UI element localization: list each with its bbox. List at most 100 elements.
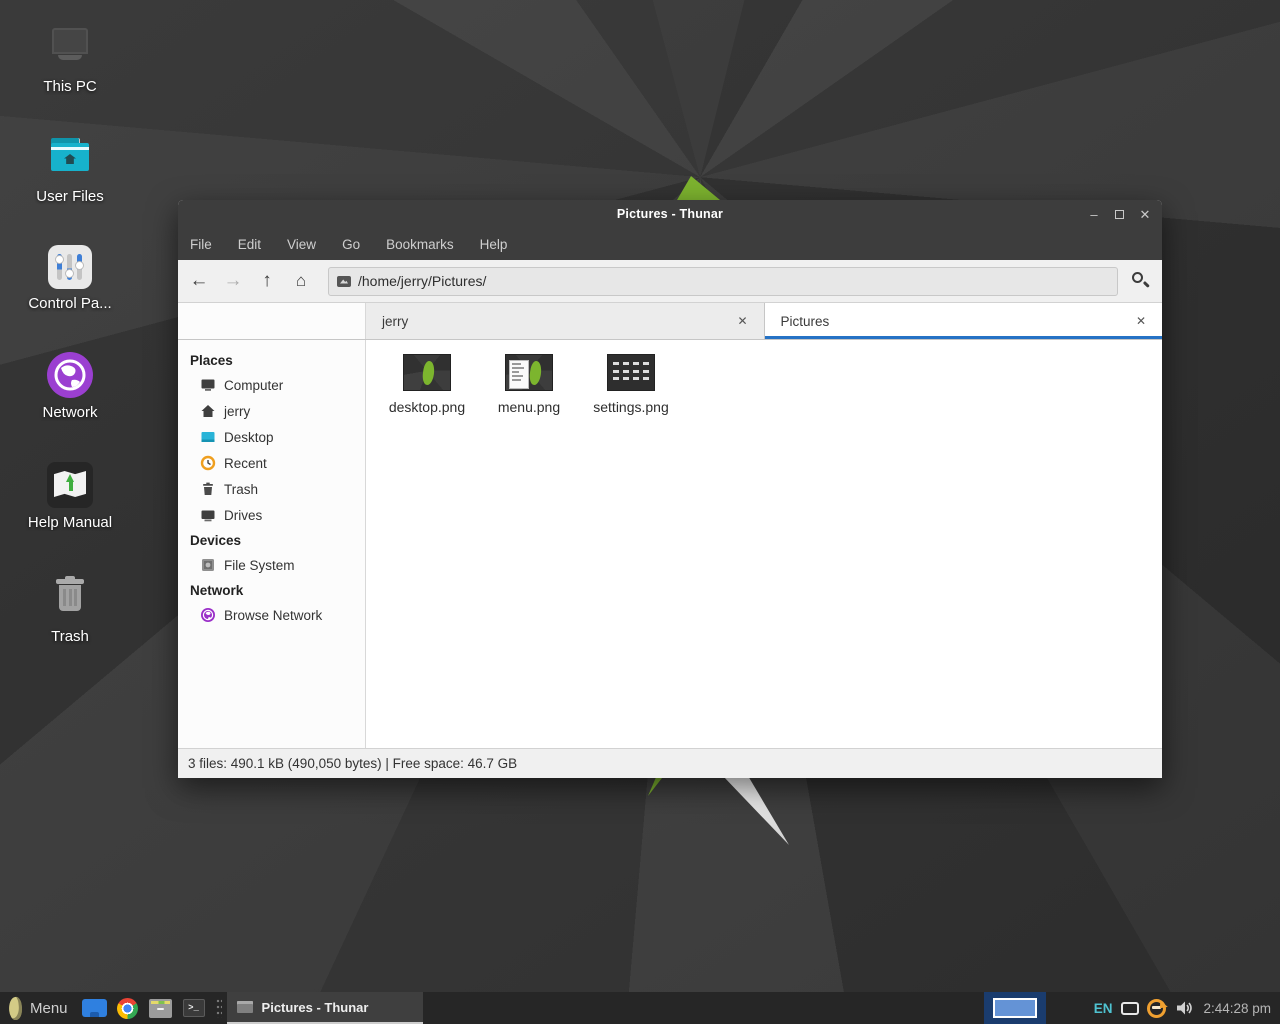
status-text: 3 files: 490.1 kB (490,050 bytes) | Free…: [188, 756, 517, 771]
home-icon[interactable]: ⌂: [288, 268, 314, 294]
update-manager-icon[interactable]: [1147, 999, 1166, 1018]
thunar-window: Pictures - Thunar – ✕ File Edit View Go …: [178, 200, 1162, 778]
sidebar-item-label: File System: [224, 558, 295, 573]
tab-pictures[interactable]: Pictures ✕: [765, 303, 1163, 339]
file-menu-png[interactable]: menu.png: [480, 354, 578, 415]
mint-menu-icon[interactable]: [8, 996, 23, 1020]
file-area[interactable]: desktop.png menu.png settings.png: [366, 340, 1162, 748]
taskbar-grip[interactable]: [216, 998, 222, 1018]
wallpaper-mint-triangle: [677, 176, 720, 200]
minimize-button[interactable]: –: [1087, 208, 1101, 221]
tab-label: jerry: [382, 314, 733, 329]
desktop-icon-trash[interactable]: Trash: [10, 572, 130, 645]
launcher-chrome[interactable]: [115, 995, 141, 1021]
tab-bar: jerry ✕ Pictures ✕: [178, 303, 1162, 340]
computer-icon: [46, 22, 94, 72]
file-desktop-png[interactable]: desktop.png: [378, 354, 476, 415]
home-folder-icon: [46, 132, 94, 182]
desktop-icon-label: Control Pa...: [10, 295, 130, 312]
menu-file[interactable]: File: [190, 237, 212, 252]
globe-icon: [47, 352, 93, 398]
workspace-switcher[interactable]: [984, 992, 1046, 1024]
file-name: menu.png: [480, 399, 578, 415]
trash-icon: [200, 481, 216, 497]
sidebar-item-label: Desktop: [224, 430, 274, 445]
menu-button[interactable]: Menu: [30, 1000, 68, 1017]
titlebar[interactable]: Pictures - Thunar – ✕: [178, 200, 1162, 228]
file-cabinet-icon: [149, 999, 172, 1018]
search-icon[interactable]: [1126, 267, 1154, 295]
sidebar-item-trash[interactable]: Trash: [178, 476, 365, 502]
menu-view[interactable]: View: [287, 237, 316, 252]
active-workspace: [993, 998, 1037, 1018]
desktop-icon-help-manual[interactable]: Help Manual: [10, 462, 130, 531]
taskbar: Menu >_ Pictures - Thunar EN 2:44:28 pm: [0, 992, 1280, 1024]
desktop-icon-control-panel[interactable]: Control Pa...: [10, 242, 130, 312]
maximize-button[interactable]: [1115, 210, 1124, 219]
path-bar[interactable]: /home/jerry/Pictures/: [328, 267, 1118, 296]
keyboard-layout-indicator[interactable]: EN: [1094, 1001, 1113, 1016]
system-tray: EN 2:44:28 pm: [984, 992, 1280, 1024]
monitor-icon: [200, 507, 216, 523]
forward-icon[interactable]: →: [220, 268, 246, 294]
menu-bookmarks[interactable]: Bookmarks: [386, 237, 454, 252]
monitor-icon: [200, 377, 216, 393]
sidebar-item-label: Browse Network: [224, 608, 322, 623]
back-icon[interactable]: ←: [186, 268, 212, 294]
blue-window-icon: [82, 999, 107, 1017]
volume-icon[interactable]: [1175, 1000, 1193, 1016]
desktop-icon-label: User Files: [10, 188, 130, 205]
sidebar-item-label: Computer: [224, 378, 283, 393]
sidebar-item-label: Recent: [224, 456, 267, 471]
sidebar-item-drives[interactable]: Drives: [178, 502, 365, 528]
sidebar-item-computer[interactable]: Computer: [178, 372, 365, 398]
menu-edit[interactable]: Edit: [238, 237, 261, 252]
sidebar-header-devices: Devices: [178, 528, 365, 552]
image-thumbnail: [403, 354, 451, 391]
close-button[interactable]: ✕: [1138, 208, 1152, 221]
sidebar-item-desktop[interactable]: Desktop: [178, 424, 365, 450]
tabbar-spacer: [178, 303, 366, 339]
desktop-icon-label: This PC: [10, 78, 130, 95]
desktop-icon-label: Trash: [10, 628, 130, 645]
desktop-icon-this-pc[interactable]: This PC: [10, 22, 130, 95]
desktop-icon-network[interactable]: Network: [10, 352, 130, 421]
sidebar-item-jerry[interactable]: jerry: [178, 398, 365, 424]
input-method-icon[interactable]: [1121, 1002, 1139, 1015]
file-name: settings.png: [582, 399, 680, 415]
task-button-thunar[interactable]: Pictures - Thunar: [227, 992, 423, 1024]
menubar: File Edit View Go Bookmarks Help: [178, 228, 1162, 260]
sliders-icon: [48, 245, 92, 289]
menu-go[interactable]: Go: [342, 237, 360, 252]
menu-help[interactable]: Help: [480, 237, 508, 252]
globe-icon: [200, 607, 216, 623]
task-button-label: Pictures - Thunar: [262, 1000, 369, 1015]
launcher-terminal[interactable]: >_: [181, 995, 207, 1021]
image-thumbnail: [607, 354, 655, 391]
desktop-icon-user-files[interactable]: User Files: [10, 132, 130, 205]
sidebar-item-file-system[interactable]: File System: [178, 552, 365, 578]
tab-close-icon[interactable]: ✕: [1132, 312, 1150, 330]
sidebar-item-label: Drives: [224, 508, 262, 523]
up-icon[interactable]: ↑: [254, 268, 280, 294]
launcher-file-manager[interactable]: [148, 995, 174, 1021]
file-settings-png[interactable]: settings.png: [582, 354, 680, 415]
trash-icon: [46, 572, 94, 622]
sidebar-item-recent[interactable]: Recent: [178, 450, 365, 476]
sidebar-item-browse-network[interactable]: Browse Network: [178, 602, 365, 628]
clock[interactable]: 2:44:28 pm: [1203, 1001, 1271, 1016]
sidebar-header-network: Network: [178, 578, 365, 602]
harddrive-icon: [200, 557, 216, 573]
tab-jerry[interactable]: jerry ✕: [366, 303, 765, 339]
desktop-display-icon: [200, 429, 216, 445]
chrome-icon: [117, 998, 138, 1019]
picture-icon: [337, 276, 351, 287]
sidebar-header-places: Places: [178, 348, 365, 372]
desktop-icon-label: Network: [10, 404, 130, 421]
clock-icon: [200, 455, 216, 471]
tab-close-icon[interactable]: ✕: [733, 312, 751, 330]
window-title: Pictures - Thunar: [617, 207, 723, 221]
tab-label: Pictures: [781, 314, 1132, 329]
path-text: /home/jerry/Pictures/: [358, 273, 486, 289]
launcher-window[interactable]: [82, 995, 108, 1021]
